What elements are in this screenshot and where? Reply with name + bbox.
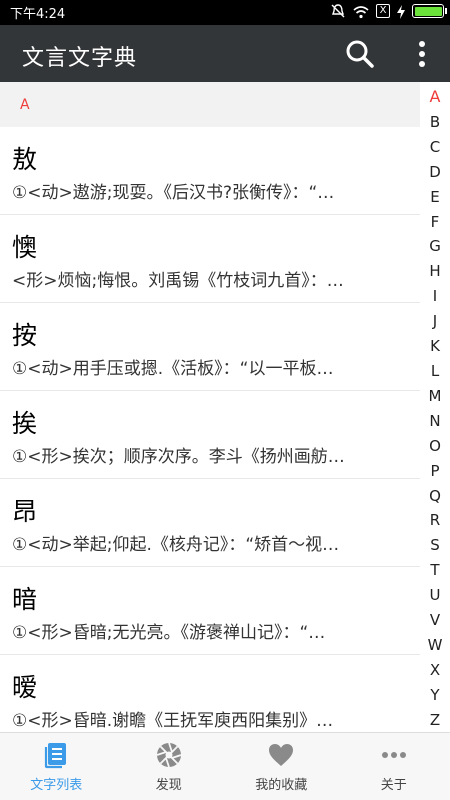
list-item[interactable]: 挨 ①<形>挨次；顺序次序。李斗《扬州画舫… <box>0 391 420 479</box>
index-letter-c[interactable]: C <box>430 138 440 156</box>
index-letter-q[interactable]: Q <box>429 487 441 505</box>
index-letter-u[interactable]: U <box>430 586 441 604</box>
entry-character: 暧 <box>12 673 38 702</box>
entry-definition: ①<形>昏暗;无光亮。《游褒禅山记》：“… <box>12 623 326 643</box>
nav-label: 关于 <box>380 778 407 793</box>
index-letter-m[interactable]: M <box>429 387 442 405</box>
search-button[interactable] <box>344 38 376 70</box>
sim-icon: X <box>376 4 390 18</box>
nav-favorites[interactable]: 我的收藏 <box>225 733 338 800</box>
index-letter-t[interactable]: T <box>430 561 439 579</box>
section-letter: A <box>20 97 30 113</box>
index-letter-w[interactable]: W <box>428 636 443 654</box>
index-letter-e[interactable]: E <box>430 188 439 206</box>
section-header: A <box>0 82 420 127</box>
status-bar: 下午4:24 X <box>0 0 450 25</box>
index-letter-p[interactable]: P <box>430 462 439 480</box>
battery-icon <box>412 4 447 18</box>
entry-definition: ①<形>昏暗.谢瞻《王抚军庾西阳集别》… <box>12 711 334 731</box>
index-letter-h[interactable]: H <box>429 262 440 280</box>
entry-character: 懊 <box>12 233 38 262</box>
status-time: 下午4:24 <box>10 7 66 22</box>
aperture-icon <box>156 742 182 768</box>
nav-label: 我的收藏 <box>255 778 308 793</box>
index-letter-j[interactable]: J <box>433 312 437 330</box>
entry-definition: ①<动>用手压或摁.《活板》：“以一平板… <box>12 359 334 379</box>
book-list-icon <box>45 743 67 769</box>
list-item[interactable]: 敖 ①<动>遨游;现耍。《后汉书?张衡传》：“… <box>0 127 420 215</box>
more-button[interactable] <box>410 38 434 70</box>
index-letter-d[interactable]: D <box>429 163 441 181</box>
entry-character: 暗 <box>12 585 38 614</box>
index-letter-v[interactable]: V <box>430 611 440 629</box>
index-letter-s[interactable]: S <box>430 536 440 554</box>
status-icons: X <box>330 3 447 19</box>
app-bar: 文言文字典 <box>0 25 450 82</box>
entry-definition: ①<形>挨次；顺序次序。李斗《扬州画舫… <box>12 447 345 467</box>
index-letter-x[interactable]: X <box>430 661 440 679</box>
more-horiz-icon <box>381 752 406 758</box>
entry-character: 按 <box>12 321 38 350</box>
entry-definition: ①<动>举起;仰起.《核舟记》：“矫首～视… <box>12 535 340 555</box>
entry-definition: <形>烦恼;悔恨。刘禹锡《竹枝词九首》：… <box>12 271 344 291</box>
bottom-nav: 文字列表 发现 我的收藏 关于 <box>0 732 450 800</box>
charging-icon <box>397 4 405 19</box>
alphabet-index[interactable]: ABCDEFGHIJKLMNOPQRSTUVWXYZ <box>420 88 450 733</box>
index-letter-z[interactable]: Z <box>430 711 440 729</box>
nav-label: 发现 <box>155 778 182 793</box>
entry-character: 昂 <box>12 497 38 526</box>
mute-icon <box>330 3 346 19</box>
nav-label: 文字列表 <box>30 778 83 793</box>
more-vert-icon <box>419 41 425 67</box>
index-letter-r[interactable]: R <box>430 511 440 529</box>
index-letter-a[interactable]: A <box>430 88 441 106</box>
nav-discover[interactable]: 发现 <box>113 733 226 800</box>
entry-list[interactable]: 敖 ①<动>遨游;现耍。《后汉书?张衡传》：“… 懊 <形>烦恼;悔恨。刘禹锡《… <box>0 127 420 731</box>
list-item[interactable]: 暧 ①<形>昏暗.谢瞻《王抚军庾西阳集别》… <box>0 655 420 731</box>
index-letter-l[interactable]: L <box>431 362 439 380</box>
entry-definition: ①<动>遨游;现耍。《后汉书?张衡传》：“… <box>12 183 335 203</box>
wifi-icon <box>353 4 369 19</box>
index-letter-y[interactable]: Y <box>430 686 439 704</box>
index-letter-g[interactable]: G <box>429 237 441 255</box>
list-item[interactable]: 懊 <形>烦恼;悔恨。刘禹锡《竹枝词九首》：… <box>0 215 420 303</box>
index-letter-f[interactable]: F <box>431 213 440 231</box>
list-item[interactable]: 昂 ①<动>举起;仰起.《核舟记》：“矫首～视… <box>0 479 420 567</box>
index-letter-n[interactable]: N <box>429 412 440 430</box>
entry-character: 挨 <box>12 409 38 438</box>
nav-about[interactable]: 关于 <box>338 733 450 800</box>
search-icon <box>346 40 374 68</box>
list-item[interactable]: 按 ①<动>用手压或摁.《活板》：“以一平板… <box>0 303 420 391</box>
index-letter-o[interactable]: O <box>429 437 441 455</box>
index-letter-i[interactable]: I <box>433 287 437 305</box>
index-letter-k[interactable]: K <box>430 337 440 355</box>
list-item[interactable]: 暗 ①<形>昏暗;无光亮。《游褒禅山记》：“… <box>0 567 420 655</box>
nav-word-list[interactable]: 文字列表 <box>0 733 113 800</box>
heart-icon <box>269 744 294 766</box>
app-title: 文言文字典 <box>22 46 138 71</box>
entry-character: 敖 <box>12 145 38 174</box>
index-letter-b[interactable]: B <box>430 113 440 131</box>
